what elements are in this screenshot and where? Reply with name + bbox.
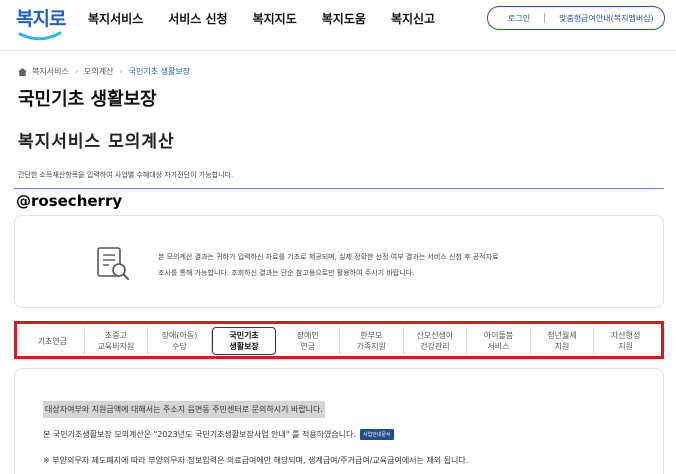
nav-item-welfare-report[interactable]: 복지신고 — [391, 10, 435, 27]
divider — [544, 13, 546, 23]
logo-text: 복지로 — [16, 8, 66, 30]
tab-label: 청년월세 — [547, 331, 577, 340]
tab-label: 장애인 — [296, 331, 319, 340]
document-search-icon — [97, 247, 129, 280]
tab-label: 장애(아동) — [161, 331, 198, 340]
breadcrumb-item-current: 국민기초 생활보장 — [128, 67, 191, 76]
site-header: 복지로 복지서비스 서비스 신청 복지지도 복지도움 복지신고 로그인 맞춤형급… — [0, 0, 676, 50]
tab-label: 서비스 — [487, 342, 510, 351]
nav-item-welfare-help[interactable]: 복지도움 — [322, 10, 366, 27]
guide-document-button[interactable]: 사업안내문서 — [360, 429, 394, 440]
guide-notice-text: 본 국민기초생활보장 모의계산은 "2023년도 국민기초생활보장사업 안내" … — [43, 430, 357, 439]
logo-swoosh-icon — [18, 31, 62, 41]
notice-text: 본 모의계산 결과는 귀하가 입력하신 자료를 기초로 제공되며, 실제 정확한… — [158, 249, 628, 281]
section-divider — [14, 188, 664, 189]
nav-item-welfare-map[interactable]: 복지지도 — [253, 10, 297, 27]
tab-basic-pension[interactable]: 기초연금 — [21, 327, 85, 355]
nav-item-welfare-service[interactable]: 복지서비스 — [88, 10, 143, 27]
tab-label: 교육비지원 — [97, 342, 135, 351]
tab-label: 지원 — [554, 342, 570, 351]
breadcrumb-separator-icon: › — [74, 67, 79, 76]
breadcrumb-item-welfare-service[interactable]: 복지서비스 — [32, 66, 69, 77]
content-box: 대상자여부와 지원금액에 대해서는 주소지 읍면동 주민센터로 문의하시기 바랍… — [14, 368, 664, 474]
tab-youth-rent-support[interactable]: 청년월세지원 — [531, 327, 595, 355]
tab-child-care-service[interactable]: 아이돌봄서비스 — [467, 327, 531, 355]
tab-single-parent-support[interactable]: 한부모가족지원 — [340, 327, 404, 355]
tab-label: 아이돌봄 — [483, 331, 514, 340]
tab-label: 한부모 — [360, 331, 383, 340]
tab-maternal-newborn-care[interactable]: 산모신생아건강관리 — [404, 327, 468, 355]
tab-label: 기초연금 — [37, 336, 68, 346]
login-button[interactable]: 로그인 — [508, 13, 530, 24]
tab-label: 수당 — [172, 342, 187, 351]
tab-label: 가족지원 — [356, 342, 386, 351]
tab-disability-child-allowance[interactable]: 장애(아동) 수당 — [148, 327, 212, 355]
page-title: 국민기초 생활보장 — [18, 89, 157, 110]
nav-item-service-apply[interactable]: 서비스 신청 — [168, 10, 227, 27]
benefit-guide-button[interactable]: 맞춤형급여안내(복지멤버십) — [559, 13, 654, 24]
section-title: 복지서비스 모의계산 — [18, 132, 175, 152]
tab-label: 자산형성 — [610, 331, 641, 340]
support-obligation-notice: ※ 부양의무자 제도폐지에 따라 부양의무자 정보입력은 의료급여에만 해당되며… — [43, 456, 469, 465]
main-nav: 복지서비스 서비스 신청 복지지도 복지도움 복지신고 — [88, 10, 460, 27]
tab-asset-building-support[interactable]: 자산형성지원 — [594, 327, 657, 355]
tab-disability-pension[interactable]: 장애인연금 — [276, 327, 340, 355]
tab-label: 지원 — [618, 342, 633, 351]
breadcrumb-separator-icon: › — [119, 67, 123, 76]
notice-box: 본 모의계산 결과는 귀하가 입력하신 자료를 기초로 제공되며, 실제 정확한… — [14, 215, 664, 308]
tab-label: 국민기초 — [229, 331, 259, 340]
tab-label: 연금 — [300, 342, 316, 351]
service-tabs-highlight: 기초연금 초중고교육비지원 장애(아동) 수당 국민기초생활보장 장애인연금 한부… — [14, 321, 664, 359]
watermark-text: @rosecherry — [16, 192, 123, 210]
header-button-group: 로그인 맞춤형급여안내(복지멤버십) — [487, 6, 665, 30]
service-tabs: 기초연금 초중고교육비지원 장애(아동) 수당 국민기초생활보장 장애인연금 한부… — [21, 327, 657, 355]
breadcrumb-item-simulation[interactable]: 모의계산 — [84, 66, 113, 77]
notice-line: 조사를 통해 가능합니다. 조회하신 결과는 단순 참고용으로만 활용하여 주시… — [158, 269, 415, 277]
notice-line: 본 모의계산 결과는 귀하가 입력하신 자료를 기초로 제공되며, 실제 정확한… — [158, 253, 499, 261]
logo[interactable]: 복지로 — [16, 4, 68, 46]
tab-label: 산모신생아 — [416, 331, 454, 340]
home-icon[interactable] — [18, 67, 27, 76]
inquiry-notice: 대상자여부와 지원금액에 대해서는 주소지 읍면동 주민센터로 문의하시기 바랍… — [43, 401, 325, 418]
breadcrumb: 복지서비스 › 모의계산 › 국민기초 생활보장 — [18, 66, 190, 77]
section-description: 간단한 소득재산항목을 입력하여 사업별 수혜대상 자가진단이 가능합니다. — [18, 171, 234, 179]
tab-label: 생활보장 — [229, 342, 259, 351]
header-divider — [0, 50, 676, 51]
tab-school-education-support[interactable]: 초중고교육비지원 — [85, 327, 149, 355]
tab-label: 초중고 — [104, 331, 127, 340]
tab-label: 건강관리 — [420, 342, 450, 351]
tab-basic-livelihood-security[interactable]: 국민기초생활보장 — [211, 327, 277, 355]
guide-notice: 본 국민기초생활보장 모의계산은 "2023년도 국민기초생활보장사업 안내" … — [43, 429, 394, 440]
